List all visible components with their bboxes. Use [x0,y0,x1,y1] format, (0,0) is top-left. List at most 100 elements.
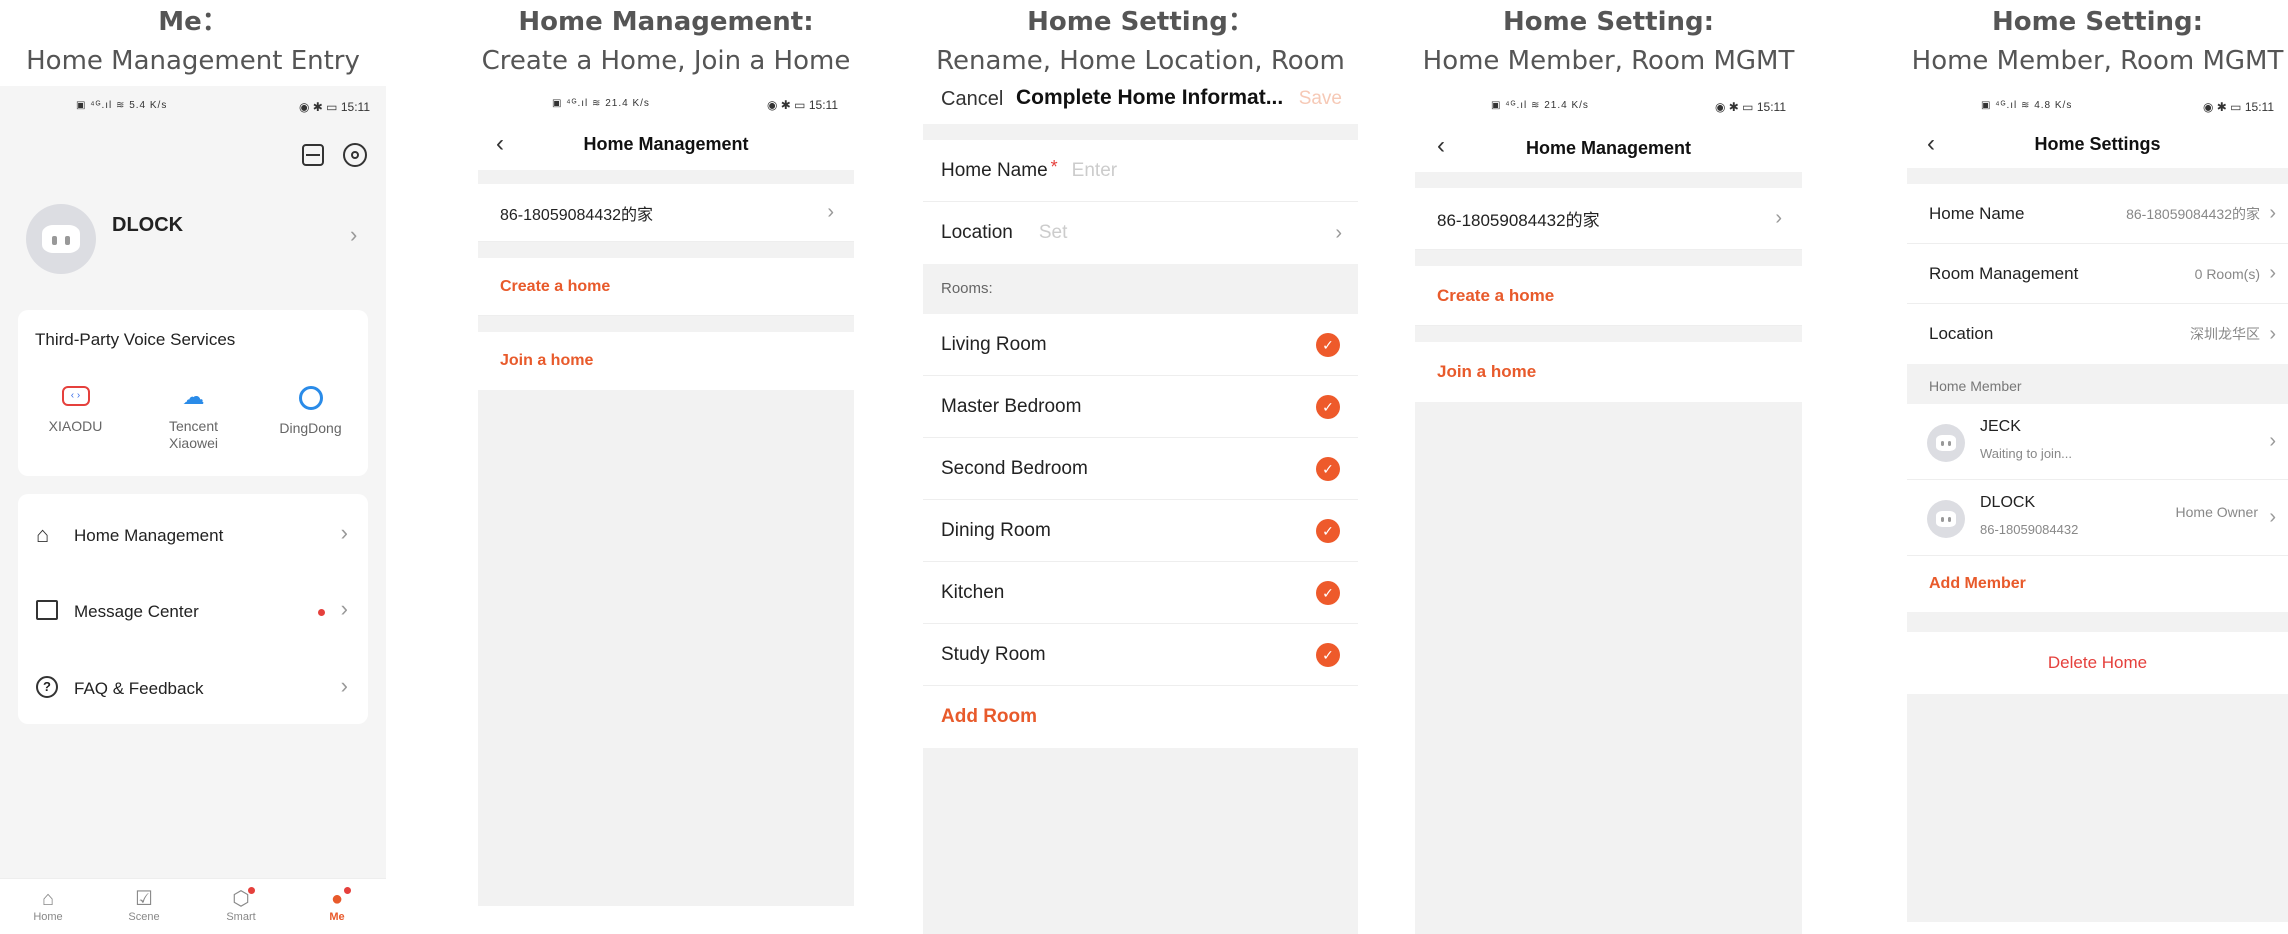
status-time: ◉ ✱ ▭ 15:11 [1714,100,1786,114]
create-home-button[interactable]: Create a home [1415,266,1802,326]
location-field[interactable]: Location Set › [923,202,1358,264]
room-row[interactable]: Kitchen ✓ [923,562,1358,624]
question-icon: ? [36,676,58,698]
tab-me[interactable]: ● Me [307,887,367,923]
room-checkbox-checked-icon[interactable]: ✓ [1316,518,1340,543]
caption-subtitle: Home Member, Room MGMT [1911,46,2284,76]
member-row-jeck[interactable]: JECK Waiting to join... › [1907,404,2288,480]
home-member-header: Home Member [1907,364,2288,404]
chevron-right-icon: › [1335,221,1342,244]
save-button[interactable]: Save [1299,88,1342,110]
phone-screen: ▣ ⁴ᴳ.ıl ≋ 21.4 K/s ◉ ✱ ▭ 15:11 ‹ Home Ma… [1415,86,1802,934]
home-name: 86-18059084432的家 [500,206,654,224]
chevron-right-icon: › [340,520,348,545]
add-room-button[interactable]: Add Room [923,686,1358,748]
tab-bar: ⌂ Home ☑ Scene ⬡ Smart ● Me [0,878,386,934]
location-row[interactable]: Location 深圳龙华区 › [1907,304,2288,364]
room-management-label: Room Management [1929,263,2079,283]
voice-item-label: XIAODU [48,418,103,434]
room-count-value: 0 Room(s) [2194,265,2260,282]
cloud-icon: ☁ [182,384,205,409]
caption-title: Home Setting: [1991,7,2204,37]
voice-item-xiaodu[interactable]: ‹ › XIAODU [38,386,113,434]
nav-bar: ‹ Home Management [1415,126,1802,172]
home-name-field[interactable]: Home Name * Enter [923,140,1358,202]
status-network: ▣ ⁴ᴳ.ıl ≋ 4.8 K/s [1981,100,2073,111]
profile-chevron-icon[interactable]: › [350,222,357,248]
menu-card: ⌂ Home Management › Message Center › ? F… [18,494,368,724]
add-member-label: Add Member [1929,575,2026,592]
room-row[interactable]: Study Room ✓ [923,624,1358,686]
menu-item-label: Home Management [74,526,224,545]
caption: Me： Home Management Entry [0,0,386,86]
member-avatar [1927,424,1965,462]
required-asterisk: * [1050,157,1058,177]
user-avatar[interactable] [26,204,96,274]
menu-item-home-management[interactable]: ⌂ Home Management › [18,516,368,556]
settings-gear-icon[interactable] [343,143,367,167]
rooms-list: Living Room ✓ Master Bedroom ✓ Second Bedroo… [923,314,1358,686]
home-name: 86-18059084432的家 [1437,211,1600,230]
room-label: Living Room [941,333,1047,355]
join-home-button[interactable]: Join a home [478,332,854,390]
voice-services-title: Third-Party Voice Services [35,330,236,349]
room-row[interactable]: Second Bedroom ✓ [923,438,1358,500]
member-phone: 86-18059084432 [1980,522,2079,537]
room-label: Study Room [941,643,1046,665]
location-value: 深圳龙华区 [2190,326,2260,342]
delete-home-button[interactable]: Delete Home [1907,632,2288,694]
tab-home[interactable]: ⌂ Home [18,887,78,923]
user-name[interactable]: DLOCK [112,214,183,237]
room-checkbox-checked-icon[interactable]: ✓ [1316,394,1340,419]
add-member-button[interactable]: Add Member [1907,556,2288,612]
menu-item-faq[interactable]: ? FAQ & Feedback › [18,669,368,709]
home-list-item[interactable]: 86-18059084432的家 › [478,184,854,242]
room-row[interactable]: Dining Room ✓ [923,500,1358,562]
panel-home-management-2: Home Setting: Home Member, Room MGMT ▣ ⁴… [1415,0,1802,934]
caption-title: Home Setting: [1502,7,1715,37]
cancel-button[interactable]: Cancel [941,88,1003,111]
create-home-button[interactable]: Create a home [478,258,854,316]
chevron-right-icon: › [2269,322,2276,345]
voice-services-card: Third-Party Voice Services ‹ › XIAODU ☁ … [18,310,368,476]
chevron-right-icon: › [2269,202,2276,224]
room-row[interactable]: Master Bedroom ✓ [923,376,1358,438]
panel-me: Me： Home Management Entry ▣ ⁴ᴳ.ıl ≋ 5.4 … [0,0,386,934]
room-checkbox-checked-icon[interactable]: ✓ [1316,642,1340,667]
location-label: Location [1929,324,1994,343]
join-home-label: Join a home [500,352,594,369]
room-row[interactable]: Living Room ✓ [923,314,1358,376]
chevron-right-icon: › [2269,430,2276,452]
menu-item-message-center[interactable]: Message Center › [18,592,368,632]
scene-tab-icon: ☑ [135,888,153,910]
page-title: Home Settings [2034,134,2161,154]
phone-screen: Cancel Complete Home Informat... Save Ho… [923,78,1358,934]
nav-bar: ‹ Home Management [478,122,854,170]
voice-item-dingdong[interactable]: DingDong [273,386,348,436]
voice-item-tencent[interactable]: ☁ Tencent Xiaowei [156,386,231,452]
home-name-input[interactable]: Enter [1072,160,1117,182]
caption-title: Home Management: [518,7,814,37]
home-name-row[interactable]: Home Name 86-18059084432的家 › [1907,184,2288,244]
scan-icon[interactable] [302,144,324,166]
member-row-dlock[interactable]: DLOCK 86-18059084432 Home Owner › [1907,480,2288,556]
room-checkbox-checked-icon[interactable]: ✓ [1316,580,1340,605]
status-time: ◉ ✱ ▭ 15:11 [766,98,838,112]
chevron-right-icon: › [340,673,348,698]
location-input[interactable]: Set [1039,222,1068,244]
phone-screen: ▣ ⁴ᴳ.ıl ≋ 21.4 K/s ◉ ✱ ▭ 15:11 ‹ Home Ma… [478,86,854,906]
smart-badge-dot [248,887,255,894]
room-checkbox-checked-icon[interactable]: ✓ [1316,332,1340,357]
menu-item-label: FAQ & Feedback [74,679,204,698]
create-home-label: Create a home [500,277,611,295]
join-home-button[interactable]: Join a home [1415,342,1802,402]
caption-title: Home Setting： [1027,7,1254,37]
room-management-row[interactable]: Room Management 0 Room(s) › [1907,244,2288,304]
tab-smart[interactable]: ⬡ Smart [211,887,271,923]
page-title: Home Management [583,134,749,154]
status-bar: ▣ ⁴ᴳ.ıl ≋ 21.4 K/s ◉ ✱ ▭ 15:11 [478,86,854,122]
home-list-item[interactable]: 86-18059084432的家 › [1415,188,1802,250]
status-network: ▣ ⁴ᴳ.ıl ≋ 5.4 K/s [76,100,168,111]
tab-scene[interactable]: ☑ Scene [114,887,174,923]
room-checkbox-checked-icon[interactable]: ✓ [1316,456,1340,481]
